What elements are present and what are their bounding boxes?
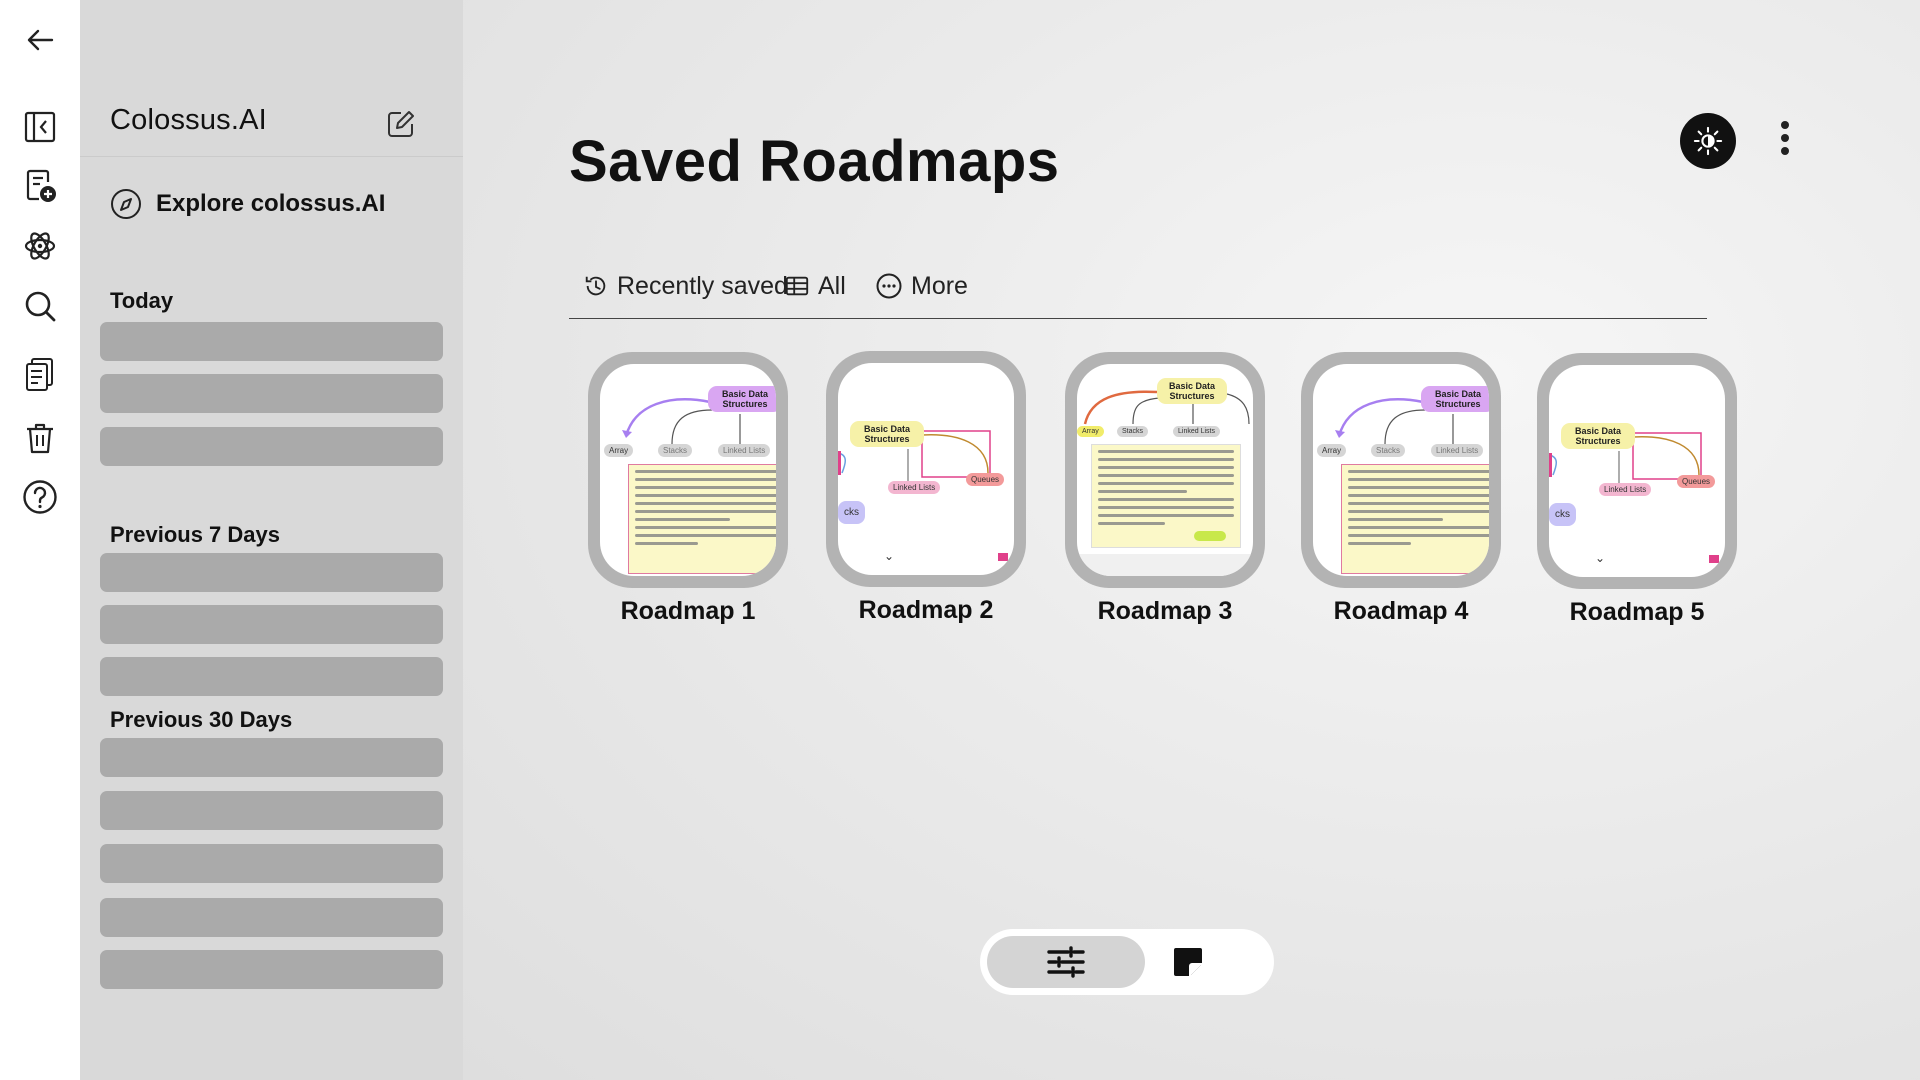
thumb-marker: [1709, 555, 1719, 563]
main-content: Saved Roadmaps Recently saved All More B…: [463, 0, 1920, 1080]
thumb-pill: Linked Lists: [1599, 483, 1652, 496]
thumb-node: Basic Data Structures: [850, 421, 924, 447]
thumb-pill: cks: [838, 501, 865, 524]
thumb-pill: Linked Lists: [1173, 426, 1220, 437]
roadmap-thumbnail: Basic Data Structures Array Stacks Linke…: [588, 352, 788, 588]
history-item-placeholder[interactable]: [100, 657, 443, 696]
tab-label: All: [818, 271, 846, 300]
sun-icon: [1693, 126, 1723, 156]
tab-recently-saved[interactable]: Recently saved: [583, 266, 788, 306]
thumb-marker: [998, 553, 1008, 561]
thumb-button: [1194, 531, 1226, 541]
roadmap-tabs: Recently saved All More: [569, 266, 1707, 319]
roadmap-name: Roadmap 4: [1333, 597, 1469, 625]
icon-rail: [0, 0, 80, 1080]
history-item-placeholder[interactable]: [100, 738, 443, 777]
roadmap-thumbnail: Basic Data Structures Array Stacks Linke…: [1301, 352, 1501, 588]
thumb-node: Basic Data Structures: [1561, 423, 1635, 449]
tab-more[interactable]: More: [875, 266, 968, 306]
history-item-placeholder[interactable]: [100, 374, 443, 413]
compass-icon: [111, 189, 141, 219]
section-today: Today: [110, 288, 174, 313]
roadmap-name: Roadmap 2: [858, 596, 994, 624]
explore-label: Explore colossus.AI: [156, 190, 386, 217]
thumb-pill: Stacks: [658, 444, 693, 457]
explore-link[interactable]: Explore colossus.AI: [110, 186, 385, 222]
notes-view-button[interactable]: [1109, 936, 1267, 988]
history-item-placeholder[interactable]: [100, 844, 443, 883]
history-item-placeholder[interactable]: [100, 605, 443, 644]
page-title: Saved Roadmaps: [569, 129, 1060, 194]
thumb-text-block: [1091, 444, 1241, 548]
thumb-pill: Array: [604, 444, 634, 457]
thumb-pill: cks: [1549, 503, 1576, 526]
section-previous-30-days: Previous 30 Days: [110, 707, 293, 732]
kebab-menu-icon[interactable]: [1773, 118, 1797, 158]
brand-name: Colossus.AI: [110, 104, 267, 136]
atom-icon[interactable]: [20, 226, 60, 266]
tab-label: More: [911, 271, 968, 300]
history-item-placeholder[interactable]: [100, 950, 443, 989]
view-toggle: [980, 929, 1274, 995]
roadmap-card-1[interactable]: Basic Data Structures Array Stacks Linke…: [588, 352, 788, 626]
search-icon[interactable]: [20, 286, 60, 326]
history-item-placeholder[interactable]: [100, 322, 443, 361]
section-previous-7-days: Previous 7 Days: [110, 522, 280, 547]
roadmap-thumbnail: Basic Data Structures Linked Lists Queue…: [826, 351, 1026, 587]
thumb-pill: Queues: [966, 473, 1005, 486]
roadmap-card-4[interactable]: Basic Data Structures Array Stacks Linke…: [1301, 352, 1501, 626]
thumb-pill: Linked Lists: [1431, 444, 1484, 457]
history-icon: [585, 276, 606, 296]
thumb-node: Basic Data Structures: [1157, 378, 1227, 404]
documents-icon[interactable]: [20, 354, 60, 394]
chevron-down-icon: ⌄: [1595, 551, 1606, 565]
thumb-pill: Linked Lists: [718, 444, 771, 457]
history-item-placeholder[interactable]: [100, 898, 443, 937]
history-item-placeholder[interactable]: [100, 791, 443, 830]
thumb-node: Basic Data Structures: [708, 386, 776, 412]
thumb-footer: [1077, 554, 1253, 576]
thumb-pill: Queues: [1677, 475, 1716, 488]
roadmap-name: Roadmap 5: [1569, 598, 1705, 626]
thumb-pill: Linked Lists: [888, 481, 941, 494]
thumb-pill: Array: [1077, 426, 1104, 437]
help-icon[interactable]: [20, 477, 60, 517]
trash-icon[interactable]: [20, 418, 60, 458]
roadmap-name: Roadmap 3: [1097, 597, 1233, 625]
roadmap-card-3[interactable]: Basic Data Structures Array Stacks Linke…: [1065, 352, 1265, 626]
roadmap-card-2[interactable]: Basic Data Structures Linked Lists Queue…: [826, 351, 1026, 625]
roadmap-thumbnail: Basic Data Structures Linked Lists Queue…: [1537, 353, 1737, 589]
thumb-pill: Array: [1317, 444, 1347, 457]
back-arrow-icon[interactable]: [20, 20, 60, 60]
thumb-text-block: [628, 464, 776, 574]
roadmap-card-5[interactable]: Basic Data Structures Linked Lists Queue…: [1537, 353, 1737, 627]
new-document-icon[interactable]: [20, 166, 60, 206]
more-circle-icon: [876, 273, 902, 299]
thumb-pill: Stacks: [1371, 444, 1406, 457]
sidebar-collapse-icon[interactable]: [20, 107, 60, 147]
tab-label: Recently saved: [617, 271, 788, 300]
history-item-placeholder[interactable]: [100, 427, 443, 466]
table-icon: [785, 276, 809, 296]
thumb-pill: Stacks: [1117, 426, 1149, 437]
theme-toggle-button[interactable]: [1680, 113, 1736, 169]
tab-all[interactable]: All: [784, 266, 846, 306]
sidebar: Colossus.AI Explore colossus.AI Today Pr…: [80, 0, 463, 1080]
notes-view-icon: [1174, 948, 1202, 976]
roadmap-view-icon: [1047, 946, 1085, 978]
history-item-placeholder[interactable]: [100, 553, 443, 592]
chevron-down-icon: ⌄: [884, 549, 895, 563]
sidebar-header: Colossus.AI: [80, 0, 463, 157]
roadmap-thumbnail: Basic Data Structures Array Stacks Linke…: [1065, 352, 1265, 588]
edit-icon[interactable]: [385, 108, 417, 140]
thumb-node: Basic Data Structures: [1421, 386, 1489, 412]
thumb-text-block: [1341, 464, 1489, 574]
roadmap-name: Roadmap 1: [620, 597, 756, 625]
